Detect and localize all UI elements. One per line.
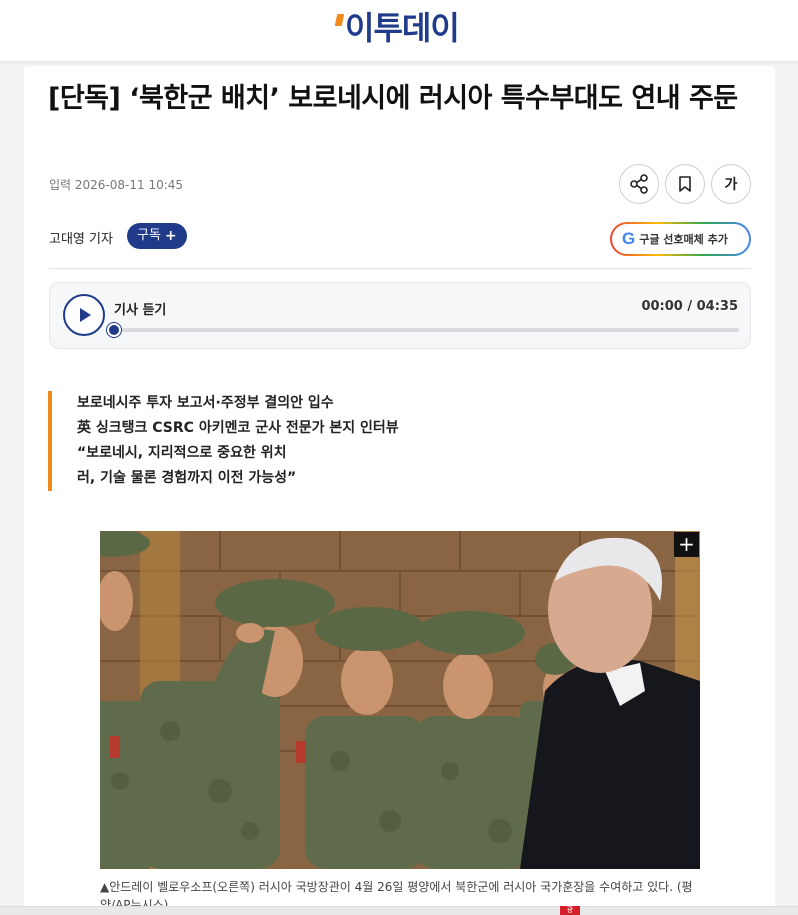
bottom-bar bbox=[0, 906, 798, 915]
article-title: [단독] ‘북한군 배치’ 보로네시에 러시아 특수부대도 연내 주둔 bbox=[48, 83, 738, 114]
logo-mark bbox=[334, 14, 345, 26]
zoom-button[interactable]: + bbox=[674, 532, 699, 557]
summary-accent-bar bbox=[48, 391, 52, 491]
summary-line: 보로네시주 투자 보고서·주정부 결의안 입수 bbox=[77, 395, 334, 411]
progress-track[interactable] bbox=[114, 328, 739, 332]
divider bbox=[49, 268, 751, 269]
summary-line: 러, 기술 물론 경험까지 이전 가능성” bbox=[77, 470, 297, 486]
font-size-label: 가 bbox=[724, 177, 738, 193]
player-label: 기사 듣기 bbox=[114, 303, 167, 318]
reporter-name[interactable]: 고대영 기자 bbox=[49, 228, 113, 247]
article-summary: 보로네시주 투자 보고서·주정부 결의안 입수 英 싱크탱크 CSRC 아키멘코… bbox=[77, 391, 399, 491]
google-preferred-source-button[interactable]: G 구글 선호매체 추가 bbox=[610, 222, 751, 256]
player-time: 00:00 / 04:35 bbox=[641, 299, 738, 314]
google-pref-label: 구글 선호매체 추가 bbox=[639, 233, 728, 246]
google-icon: G bbox=[622, 229, 636, 248]
progress-knob[interactable] bbox=[107, 323, 121, 337]
plus-icon: + bbox=[164, 228, 177, 244]
logo-text: 이투데이 bbox=[345, 9, 460, 47]
share-button[interactable] bbox=[619, 164, 659, 204]
site-header: 이투데이 bbox=[0, 0, 798, 62]
photo-illustration bbox=[100, 531, 700, 869]
audio-player: 기사 듣기 00:00 / 04:35 bbox=[49, 282, 751, 349]
bookmark-icon bbox=[679, 176, 691, 192]
share-icon bbox=[630, 174, 648, 194]
font-size-button[interactable]: 가 bbox=[711, 164, 751, 204]
summary-line: 英 싱크탱크 CSRC 아키멘코 군사 전문가 본지 인터뷰 bbox=[77, 420, 399, 436]
site-logo[interactable]: 이투데이 bbox=[334, 8, 460, 48]
summary-line: “보로네시, 지리적으로 중요한 위치 bbox=[77, 445, 287, 461]
subscribe-button[interactable]: 구독 + bbox=[127, 223, 187, 249]
play-button[interactable] bbox=[63, 294, 105, 336]
subscribe-label: 구독 bbox=[137, 228, 161, 243]
article-photo[interactable] bbox=[100, 531, 700, 869]
article-date: 입력 2026-08-11 10:45 bbox=[49, 178, 184, 192]
play-icon bbox=[80, 308, 91, 322]
plus-icon: + bbox=[678, 532, 695, 556]
bookmark-button[interactable] bbox=[665, 164, 705, 204]
bottom-ad-badge[interactable]: 광 bbox=[560, 906, 580, 915]
